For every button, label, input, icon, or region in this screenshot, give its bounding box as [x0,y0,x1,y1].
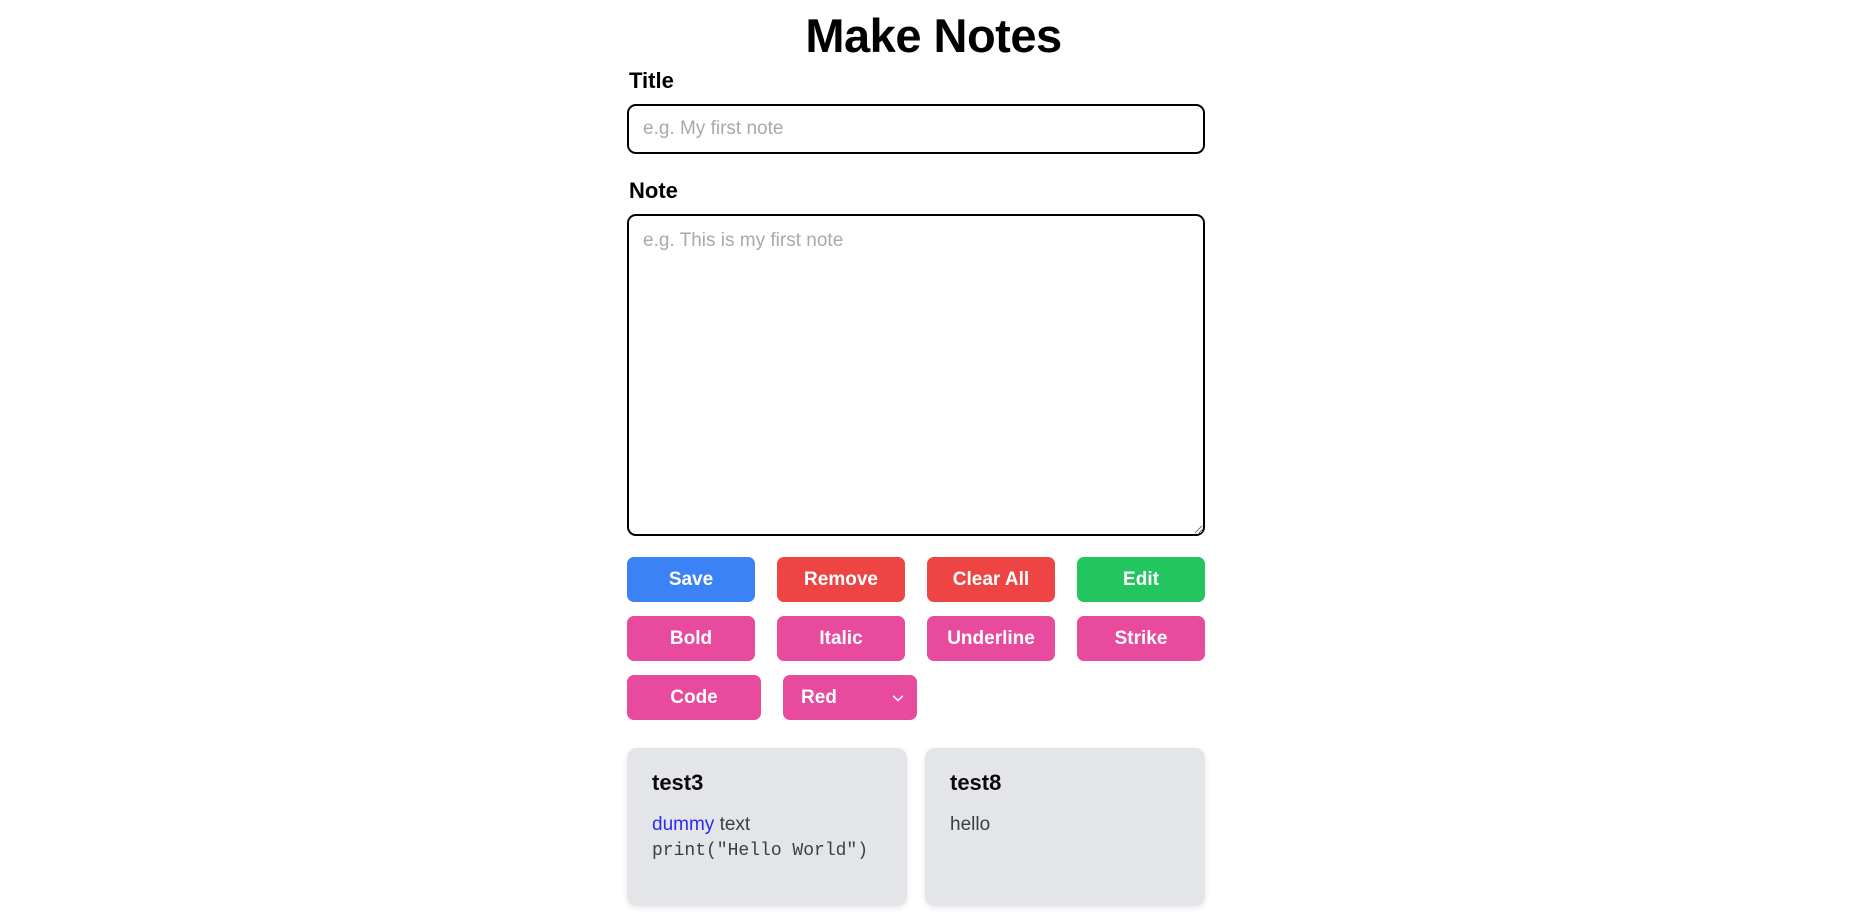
page-title: Make Notes [805,9,1062,62]
note-field-label: Note [629,178,678,203]
note-card[interactable]: test8 hello [925,748,1205,906]
note-card-title: test8 [950,770,1002,795]
color-select[interactable]: RedBlueGreenBlack [783,675,917,720]
note-card-body: hello [950,812,1180,838]
remove-button[interactable]: Remove [777,557,905,602]
note-card-title: test3 [652,770,704,795]
italic-button[interactable]: Italic [777,616,905,661]
note-card-body: dummy text print("Hello World") [652,812,882,864]
notes-list: test3 dummy text print("Hello World") test8… [627,748,1205,906]
title-input[interactable] [627,104,1205,154]
title-field-label: Title [629,68,674,93]
strike-button[interactable]: Strike [1077,616,1205,661]
note-code-fragment: print("Hello World") [652,841,869,861]
format-action-row: Bold Italic Underline Strike [627,616,1205,661]
note-form: Title Note Save Remove Clear All Edit Bo… [627,68,1205,906]
note-text-fragment: text [714,814,751,835]
note-colored-fragment: dummy [652,814,715,835]
clear-all-button[interactable]: Clear All [927,557,1055,602]
color-select-wrapper: RedBlueGreenBlack [783,675,917,720]
bold-button[interactable]: Bold [627,616,755,661]
note-card[interactable]: test3 dummy text print("Hello World") [627,748,907,906]
app-root: Make Notes Title Note Save Remove Clear … [0,0,1867,921]
save-button[interactable]: Save [627,557,755,602]
code-and-color-row: Code RedBlueGreenBlack [627,675,1205,720]
note-text-fragment: hello [950,814,991,835]
edit-button[interactable]: Edit [1077,557,1205,602]
note-textarea[interactable] [627,214,1205,536]
code-button[interactable]: Code [627,675,761,720]
primary-action-row: Save Remove Clear All Edit [627,557,1205,602]
underline-button[interactable]: Underline [927,616,1055,661]
